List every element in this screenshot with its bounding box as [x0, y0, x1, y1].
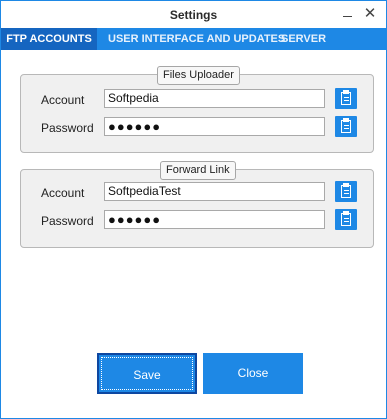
- password-label: Password: [41, 121, 94, 135]
- account-field[interactable]: SoftpediaTest: [104, 182, 325, 201]
- password-field[interactable]: ●●●●●●: [104, 210, 325, 229]
- tab-bar: FTP ACCOUNTS USER INTERFACE AND UPDATES …: [1, 28, 386, 77]
- group-title: Files Uploader: [157, 66, 240, 85]
- paste-account-button[interactable]: [335, 88, 357, 109]
- tab-user-interface-and-updates[interactable]: USER INTERFACE AND UPDATES: [108, 28, 285, 50]
- account-label: Account: [41, 186, 85, 200]
- files-uploader-group: Files Uploader Account Softpedia Passwor…: [20, 66, 374, 153]
- paste-password-button[interactable]: [335, 116, 357, 137]
- tab-server[interactable]: SERVER: [281, 28, 326, 50]
- tab-ftp-accounts[interactable]: FTP ACCOUNTS: [1, 28, 97, 50]
- account-field[interactable]: Softpedia: [104, 89, 325, 108]
- close-button[interactable]: Close: [203, 353, 303, 394]
- window-title: Settings: [169, 8, 218, 22]
- settings-window: Settings ✕ FTP ACCOUNTS USER INTERFACE A…: [0, 0, 387, 419]
- group-title: Forward Link: [160, 161, 236, 180]
- password-label: Password: [41, 214, 94, 228]
- password-field[interactable]: ●●●●●●: [104, 117, 325, 136]
- minimize-icon: [342, 16, 352, 17]
- paste-password-button[interactable]: [335, 209, 357, 230]
- minimize-button[interactable]: [338, 5, 356, 23]
- close-window-button[interactable]: ✕: [361, 5, 379, 23]
- paste-account-button[interactable]: [335, 181, 357, 202]
- forward-link-group: Forward Link Account SoftpediaTest Passw…: [20, 161, 374, 248]
- account-label: Account: [41, 93, 85, 107]
- title-bar: Settings ✕: [1, 1, 386, 28]
- save-button[interactable]: Save: [97, 353, 197, 394]
